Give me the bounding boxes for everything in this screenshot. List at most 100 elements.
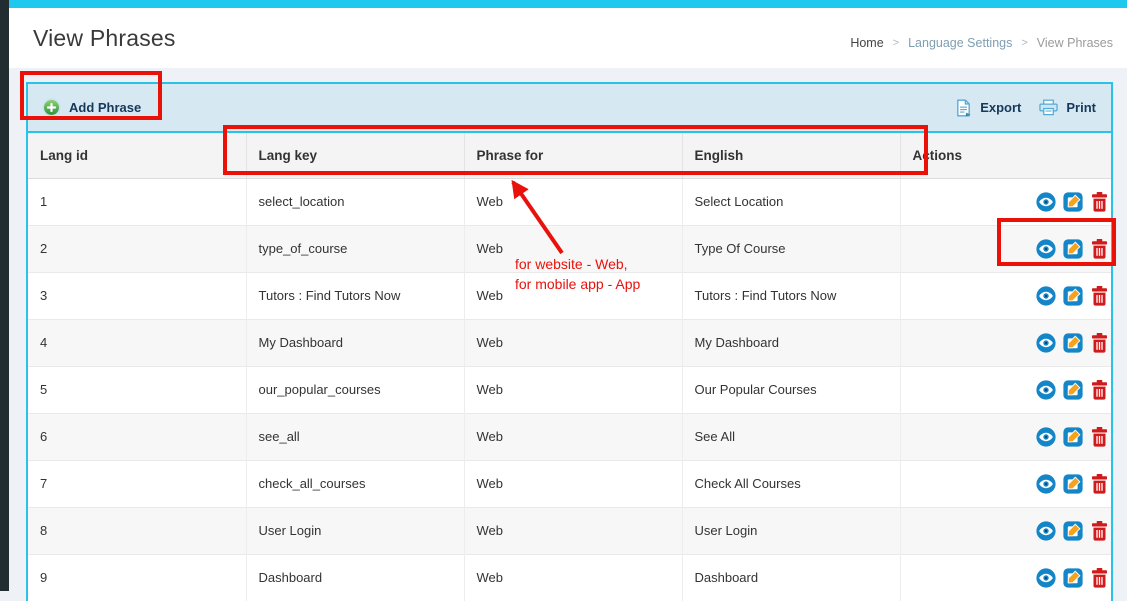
cell-phrase-for: Web — [464, 460, 682, 507]
delete-trash-icon[interactable] — [1091, 380, 1111, 400]
edit-icon[interactable] — [1063, 568, 1083, 588]
edit-icon[interactable] — [1063, 380, 1083, 400]
breadcrumb: Home > Language Settings > View Phrases — [850, 36, 1113, 50]
cell-actions — [900, 225, 1111, 272]
cell-english: Dashboard — [682, 554, 900, 601]
edit-icon[interactable] — [1063, 474, 1083, 494]
export-button[interactable]: Export — [955, 99, 1021, 117]
table-row: 3 Tutors : Find Tutors Now Web Tutors : … — [28, 272, 1111, 319]
cell-lang-key: My Dashboard — [246, 319, 464, 366]
cell-phrase-for: Web — [464, 319, 682, 366]
cell-actions — [900, 319, 1111, 366]
delete-trash-icon[interactable] — [1091, 239, 1111, 259]
view-eye-icon[interactable] — [1036, 286, 1056, 306]
table-row: 1 select_location Web Select Location — [28, 178, 1111, 225]
plus-circle-icon — [42, 98, 61, 117]
edit-icon[interactable] — [1063, 192, 1083, 212]
view-eye-icon[interactable] — [1036, 380, 1056, 400]
table-row: 8 User Login Web User Login — [28, 507, 1111, 554]
view-eye-icon[interactable] — [1036, 521, 1056, 541]
delete-trash-icon[interactable] — [1091, 521, 1111, 541]
delete-trash-icon[interactable] — [1091, 286, 1111, 306]
cell-lang-key: select_location — [246, 178, 464, 225]
table-header-row: Lang id Lang key Phrase for English Acti… — [28, 132, 1111, 178]
col-header-phrase-for: Phrase for — [464, 132, 682, 178]
cell-actions — [900, 460, 1111, 507]
cell-lang-id: 3 — [28, 272, 246, 319]
cell-lang-id: 6 — [28, 413, 246, 460]
content-header: View Phrases Home > Language Settings > … — [9, 8, 1127, 68]
cell-phrase-for: Web — [464, 413, 682, 460]
cell-english: Tutors : Find Tutors Now — [682, 272, 900, 319]
cell-english: Our Popular Courses — [682, 366, 900, 413]
cell-actions — [900, 178, 1111, 225]
cell-phrase-for: Web — [464, 507, 682, 554]
cell-lang-id: 2 — [28, 225, 246, 272]
table-row: 2 type_of_course Web Type Of Course — [28, 225, 1111, 272]
edit-icon[interactable] — [1063, 521, 1083, 541]
cell-lang-key: User Login — [246, 507, 464, 554]
view-eye-icon[interactable] — [1036, 474, 1056, 494]
print-button[interactable]: Print — [1039, 99, 1096, 116]
toolbar-right-group: Export Print — [955, 99, 1096, 117]
col-header-lang-id: Lang id — [28, 132, 246, 178]
breadcrumb-current: View Phrases — [1037, 36, 1113, 50]
delete-trash-icon[interactable] — [1091, 427, 1111, 447]
page-title: View Phrases — [33, 25, 176, 52]
delete-trash-icon[interactable] — [1091, 474, 1111, 494]
breadcrumb-home[interactable]: Home — [850, 36, 883, 50]
table-row: 7 check_all_courses Web Check All Course… — [28, 460, 1111, 507]
panel-toolbar: Add Phrase Export — [28, 84, 1111, 131]
col-header-actions: Actions — [900, 132, 1111, 178]
cell-actions — [900, 507, 1111, 554]
cell-lang-id: 9 — [28, 554, 246, 601]
print-label: Print — [1066, 100, 1096, 115]
table-row: 9 Dashboard Web Dashboard — [28, 554, 1111, 601]
cell-lang-key: see_all — [246, 413, 464, 460]
col-header-lang-key: Lang key — [246, 132, 464, 178]
cell-phrase-for: Web — [464, 178, 682, 225]
sidebar-edge — [0, 0, 9, 591]
view-eye-icon[interactable] — [1036, 192, 1056, 212]
view-eye-icon[interactable] — [1036, 333, 1056, 353]
cell-lang-id: 1 — [28, 178, 246, 225]
table-row: 5 our_popular_courses Web Our Popular Co… — [28, 366, 1111, 413]
cell-english: Select Location — [682, 178, 900, 225]
view-eye-icon[interactable] — [1036, 568, 1056, 588]
breadcrumb-separator: > — [893, 37, 899, 49]
cell-phrase-for: Web — [464, 554, 682, 601]
cell-lang-key: type_of_course — [246, 225, 464, 272]
delete-trash-icon[interactable] — [1091, 333, 1111, 353]
cell-lang-id: 5 — [28, 366, 246, 413]
cell-english: See All — [682, 413, 900, 460]
breadcrumb-separator: > — [1021, 37, 1027, 49]
edit-icon[interactable] — [1063, 286, 1083, 306]
cell-lang-key: check_all_courses — [246, 460, 464, 507]
view-eye-icon[interactable] — [1036, 239, 1056, 259]
cell-english: Type Of Course — [682, 225, 900, 272]
cell-lang-key: Dashboard — [246, 554, 464, 601]
cell-english: Check All Courses — [682, 460, 900, 507]
printer-icon — [1039, 99, 1058, 116]
phrases-panel: Add Phrase Export — [26, 82, 1113, 601]
delete-trash-icon[interactable] — [1091, 192, 1111, 212]
add-phrase-button[interactable]: Add Phrase — [42, 98, 141, 117]
cell-english: My Dashboard — [682, 319, 900, 366]
view-eye-icon[interactable] — [1036, 427, 1056, 447]
breadcrumb-language-settings[interactable]: Language Settings — [908, 36, 1012, 50]
cell-actions — [900, 554, 1111, 601]
delete-trash-icon[interactable] — [1091, 568, 1111, 588]
add-phrase-label: Add Phrase — [69, 100, 141, 115]
edit-icon[interactable] — [1063, 333, 1083, 353]
cell-phrase-for: Web — [464, 272, 682, 319]
edit-icon[interactable] — [1063, 427, 1083, 447]
export-file-icon — [955, 99, 972, 117]
export-label: Export — [980, 100, 1021, 115]
table-row: 6 see_all Web See All — [28, 413, 1111, 460]
col-header-english: English — [682, 132, 900, 178]
cell-lang-key: Tutors : Find Tutors Now — [246, 272, 464, 319]
edit-icon[interactable] — [1063, 239, 1083, 259]
phrases-table: Lang id Lang key Phrase for English Acti… — [28, 131, 1111, 601]
cell-actions — [900, 272, 1111, 319]
cell-english: User Login — [682, 507, 900, 554]
